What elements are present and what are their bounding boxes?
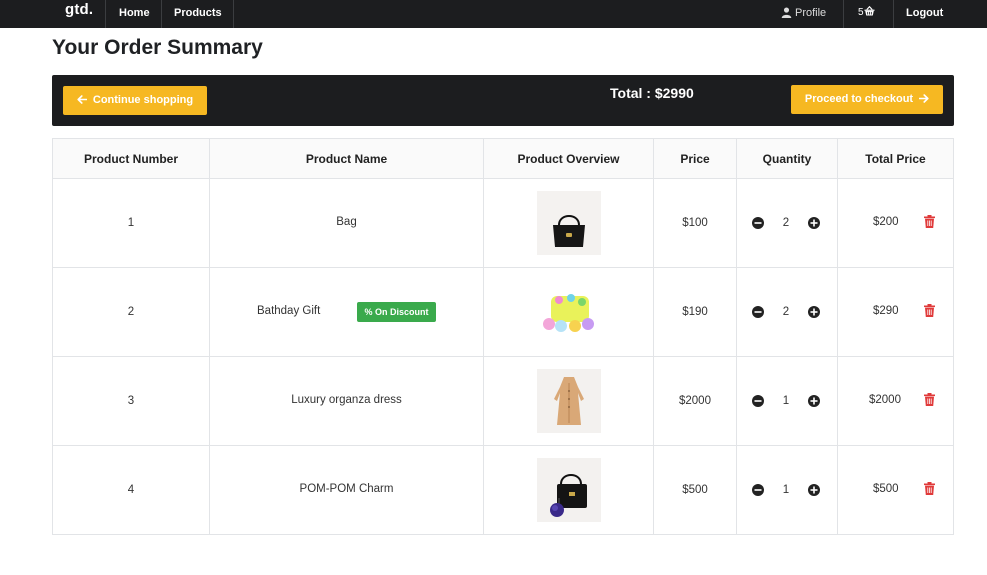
- continue-shopping-button[interactable]: Continue shopping: [63, 86, 207, 115]
- total-price-cell: $500: [837, 445, 954, 535]
- user-icon: [781, 7, 792, 18]
- product-name-cell: Bag: [209, 178, 484, 268]
- minus-circle-icon[interactable]: [751, 305, 765, 319]
- header-total-price: Total Price: [837, 138, 954, 179]
- quantity-cell: 1: [736, 356, 838, 446]
- plus-circle-icon[interactable]: [807, 394, 821, 408]
- nav-cart-link[interactable]: 5: [843, 0, 894, 28]
- quantity-value: 2: [782, 306, 790, 318]
- header-product-name: Product Name: [209, 138, 484, 179]
- product-name-cell: Luxury organza dress: [209, 356, 484, 446]
- order-total: Total : $2990: [610, 85, 694, 101]
- product-price: $190: [653, 267, 737, 357]
- product-name: POM-POM Charm: [299, 483, 394, 495]
- row-total-price: $2000: [869, 394, 901, 406]
- nav-logout-link[interactable]: Logout: [906, 0, 943, 28]
- product-price: $2000: [653, 356, 737, 446]
- quantity-value: 1: [782, 395, 790, 407]
- table-row: 2 Bathday Gift % On Discount $190 2 $290: [52, 267, 954, 357]
- product-overview-cell: [483, 356, 654, 446]
- header-price: Price: [653, 138, 737, 179]
- arrow-right-icon: [918, 94, 929, 103]
- total-price-cell: $2000: [837, 356, 954, 446]
- product-name: Bag: [336, 216, 357, 228]
- plus-circle-icon[interactable]: [807, 216, 821, 230]
- product-number: 2: [52, 267, 210, 357]
- product-overview-cell: [483, 178, 654, 268]
- minus-circle-icon[interactable]: [751, 483, 765, 497]
- product-number: 3: [52, 356, 210, 446]
- header-product-overview: Product Overview: [483, 138, 654, 179]
- quantity-cell: 2: [736, 267, 838, 357]
- discount-badge: % On Discount: [357, 302, 436, 322]
- quantity-cell: 1: [736, 445, 838, 535]
- bag-with-pompom-image: [536, 458, 601, 522]
- trash-icon[interactable]: [924, 215, 935, 228]
- header-quantity: Quantity: [736, 138, 838, 179]
- product-name-cell: Bathday Gift % On Discount: [209, 267, 484, 357]
- product-number: 1: [52, 178, 210, 268]
- brand-logo[interactable]: gtd.: [65, 1, 93, 18]
- trash-icon[interactable]: [924, 304, 935, 317]
- nav-profile-label: Profile: [795, 7, 827, 19]
- top-navbar: gtd. Home Products Profile 5 Logout: [0, 0, 987, 28]
- nav-home-link[interactable]: Home: [105, 0, 162, 28]
- beige-dress-image: [536, 369, 601, 433]
- table-row: 1 Bag $100 2 $200: [52, 178, 954, 268]
- page-title: Your Order Summary: [52, 36, 263, 59]
- order-table: Product Number Product Name Product Over…: [52, 138, 954, 535]
- minus-circle-icon[interactable]: [751, 216, 765, 230]
- quantity-value: 1: [782, 484, 790, 496]
- checkout-label: Proceed to checkout: [804, 93, 914, 105]
- product-name-cell: POM-POM Charm: [209, 445, 484, 535]
- plus-circle-icon[interactable]: [807, 305, 821, 319]
- nav-products-link[interactable]: Products: [161, 0, 234, 28]
- table-header-row: Product Number Product Name Product Over…: [52, 138, 954, 179]
- proceed-to-checkout-button[interactable]: Proceed to checkout: [791, 85, 943, 114]
- header-product-number: Product Number: [52, 138, 210, 179]
- product-price: $500: [653, 445, 737, 535]
- plus-circle-icon[interactable]: [807, 483, 821, 497]
- product-name: Bathday Gift: [257, 305, 321, 317]
- trash-icon[interactable]: [924, 393, 935, 406]
- table-row: 4 POM-POM Charm $500 1 $500: [52, 445, 954, 535]
- product-number: 4: [52, 445, 210, 535]
- table-row: 3 Luxury organza dress $2000 1 $2000: [52, 356, 954, 446]
- quantity-value: 2: [782, 217, 790, 229]
- product-name: Luxury organza dress: [291, 394, 402, 406]
- total-price-cell: $200: [837, 178, 954, 268]
- order-summary-bar: Continue shopping Total : $2990 Proceed …: [52, 75, 954, 126]
- arrow-left-icon: [77, 95, 88, 104]
- nav-profile-link[interactable]: Profile: [781, 0, 826, 28]
- continue-shopping-label: Continue shopping: [92, 94, 194, 106]
- product-overview-cell: [483, 445, 654, 535]
- bath-bombs-gift-image: [536, 280, 601, 344]
- row-total-price: $500: [873, 483, 899, 495]
- trash-icon[interactable]: [924, 482, 935, 495]
- product-overview-cell: [483, 267, 654, 357]
- basket-icon: [864, 5, 875, 16]
- black-handbag-image: [536, 191, 601, 255]
- total-price-cell: $290: [837, 267, 954, 357]
- row-total-price: $200: [873, 216, 899, 228]
- product-price: $100: [653, 178, 737, 268]
- quantity-cell: 2: [736, 178, 838, 268]
- row-total-price: $290: [873, 305, 899, 317]
- minus-circle-icon[interactable]: [751, 394, 765, 408]
